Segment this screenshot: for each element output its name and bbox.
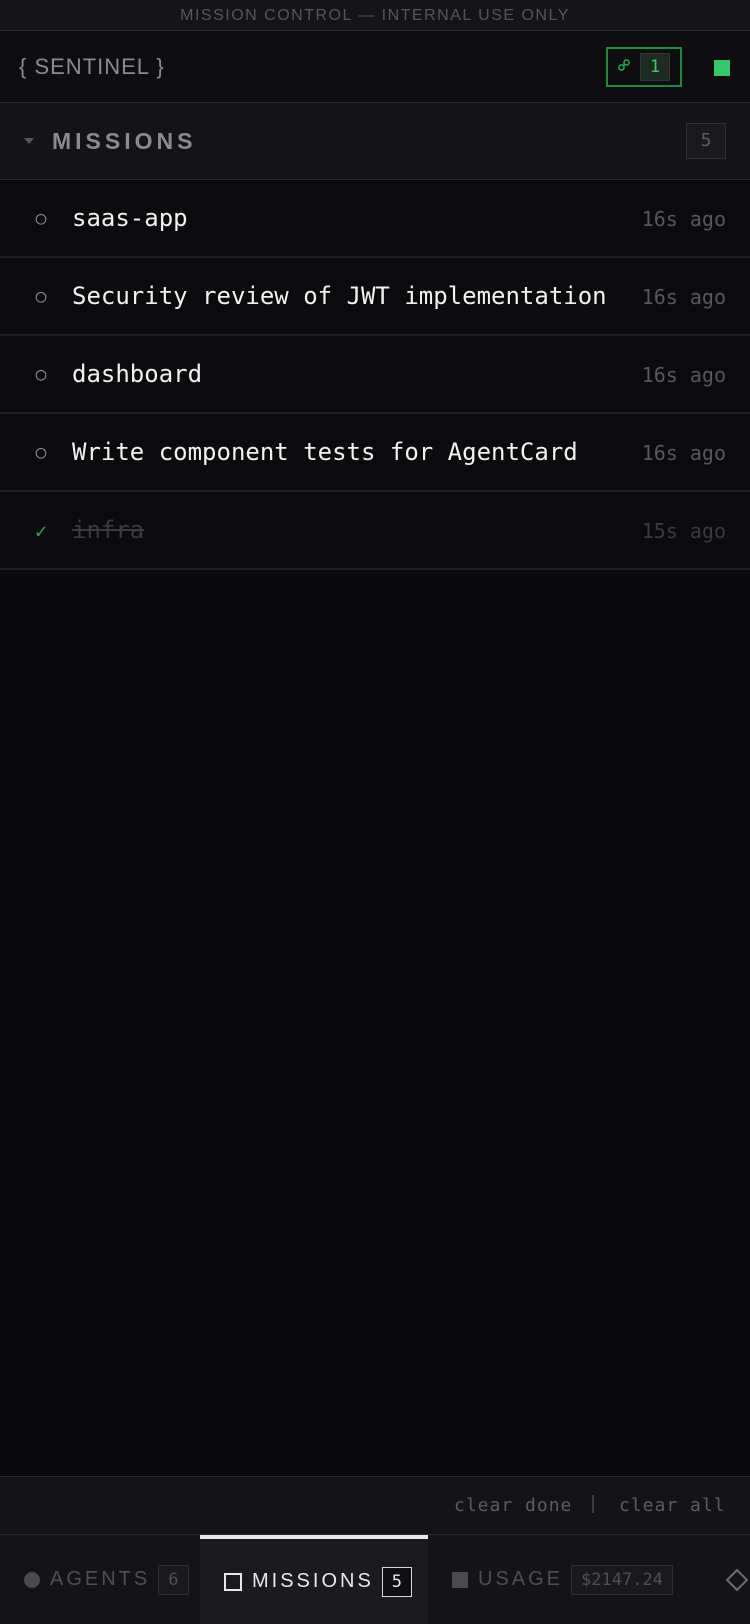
bottom-tab-bar: AGENTS 6 MISSIONS 5 USAGE $2147.24	[0, 1534, 750, 1624]
missions-list: ○ saas-app 16s ago ○ Security review of …	[0, 180, 750, 570]
tab-missions[interactable]: MISSIONS 5	[200, 1535, 428, 1624]
missions-section-header[interactable]: MISSIONS 5	[0, 103, 750, 180]
tab-usage[interactable]: USAGE $2147.24	[452, 1535, 673, 1624]
section-title: MISSIONS	[52, 128, 197, 154]
mission-time: 16s ago	[641, 441, 726, 465]
app-header: { SENTINEL } 1	[0, 31, 750, 103]
mission-title: saas-app	[72, 204, 188, 232]
mission-row[interactable]: ○ Write component tests for AgentCard 16…	[0, 414, 750, 492]
agents-dot-icon	[24, 1571, 40, 1588]
usage-amount-badge: $2147.24	[571, 1564, 673, 1595]
mission-time: 16s ago	[641, 207, 726, 231]
missions-count-badge: 5	[381, 1566, 413, 1597]
top-banner: MISSION CONTROL — INTERNAL USE ONLY	[0, 0, 750, 31]
usage-square-icon	[452, 1571, 468, 1588]
links-count-badge: 1	[640, 53, 670, 81]
tab-label: USAGE	[478, 1568, 564, 1590]
pending-status-icon: ○	[35, 364, 47, 385]
mission-title: Write component tests for AgentCard	[72, 438, 578, 466]
mission-time: 16s ago	[641, 285, 726, 309]
collapse-caret-icon[interactable]	[24, 138, 34, 144]
agents-count-badge: 6	[158, 1564, 189, 1595]
diamond-icon	[725, 1568, 749, 1591]
link-icon	[608, 58, 640, 76]
brand-logo: { SENTINEL }	[19, 54, 165, 79]
clear-all-button[interactable]: clear all	[619, 1477, 726, 1535]
missions-square-icon	[224, 1572, 242, 1591]
mission-row-done[interactable]: ✓ infra 15s ago	[0, 492, 750, 570]
mission-title: dashboard	[72, 360, 203, 388]
tab-agents[interactable]: AGENTS 6	[24, 1535, 189, 1624]
tab-more[interactable]	[724, 1535, 750, 1624]
pending-status-icon: ○	[35, 286, 47, 307]
pending-status-icon: ○	[35, 208, 47, 229]
mission-time: 15s ago	[641, 519, 726, 543]
pending-status-icon: ○	[35, 442, 47, 463]
mission-row[interactable]: ○ dashboard 16s ago	[0, 336, 750, 414]
mission-row[interactable]: ○ Security review of JWT implementation …	[0, 258, 750, 336]
clear-done-button[interactable]: clear done	[454, 1477, 572, 1535]
connection-status-indicator	[714, 60, 730, 76]
tab-label: MISSIONS	[252, 1570, 374, 1592]
divider	[592, 1495, 594, 1513]
mission-title: infra	[72, 516, 145, 544]
mission-time: 16s ago	[641, 363, 726, 387]
mission-title: Security review of JWT implementation	[72, 282, 607, 310]
clear-actions-bar: clear done clear all	[0, 1476, 750, 1534]
section-count-badge: 5	[686, 123, 726, 159]
tab-label: AGENTS	[50, 1568, 151, 1590]
mission-row[interactable]: ○ saas-app 16s ago	[0, 180, 750, 258]
done-check-icon: ✓	[34, 519, 48, 543]
links-button[interactable]: 1	[606, 47, 682, 87]
